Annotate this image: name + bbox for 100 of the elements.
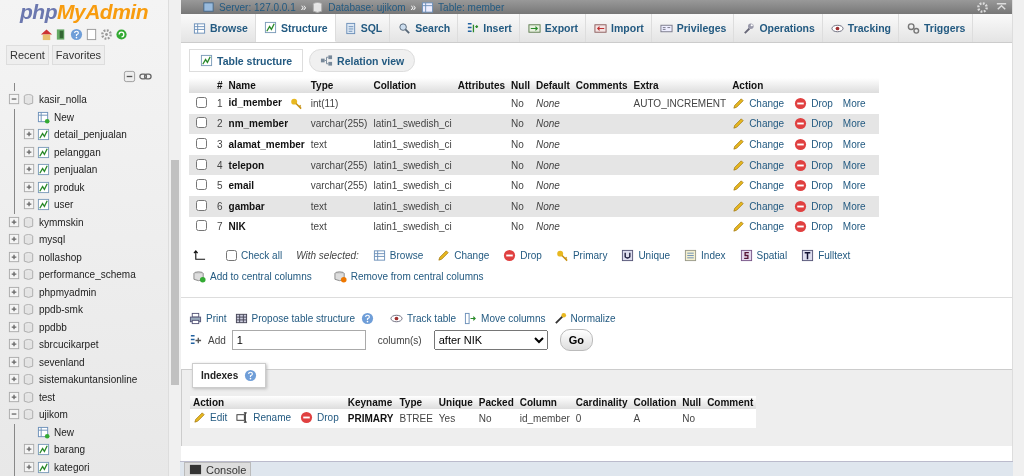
row-checkbox[interactable] <box>196 158 207 170</box>
action-link[interactable]: Drop <box>794 179 833 193</box>
action-link[interactable]: Drop <box>794 117 833 131</box>
action-link[interactable]: Print <box>189 312 227 326</box>
expand-icon[interactable] <box>23 163 36 177</box>
tab[interactable]: Tracking <box>822 14 900 42</box>
tab[interactable]: Operations <box>734 14 823 42</box>
tab[interactable]: Export <box>519 14 587 42</box>
column-header[interactable]: Null <box>508 78 533 93</box>
action-link[interactable]: Normalize <box>553 312 616 326</box>
sidebar-tab[interactable]: Favorites <box>51 45 106 65</box>
expand-icon[interactable] <box>8 215 21 229</box>
subtab[interactable]: Relation view <box>309 49 416 72</box>
tree-item[interactable]: detail_penjualan <box>54 129 127 141</box>
row-checkbox[interactable] <box>196 199 207 211</box>
row-checkbox[interactable] <box>196 117 207 129</box>
tree-item[interactable]: mysql <box>39 234 66 246</box>
action-link[interactable]: Add to central columns <box>193 270 312 284</box>
tree-item[interactable]: pelanggan <box>54 146 101 158</box>
reload-icon[interactable] <box>115 28 128 41</box>
action-link[interactable]: Propose table structure <box>234 312 355 326</box>
expand-icon[interactable] <box>8 268 21 282</box>
expand-icon[interactable] <box>8 303 21 317</box>
action-link[interactable]: Remove from central columns <box>333 270 484 284</box>
row-checkbox[interactable] <box>196 138 207 149</box>
tab[interactable]: Triggers <box>899 14 974 42</box>
tree-item[interactable]: New <box>54 111 74 123</box>
position-dropdown[interactable]: after NIK <box>433 330 548 351</box>
action-link[interactable]: Change <box>732 138 785 151</box>
tree-item[interactable]: nollashop <box>39 251 82 263</box>
tree-item[interactable]: kymmskin <box>39 216 84 228</box>
action-link[interactable]: Drop <box>794 138 833 151</box>
tree-item[interactable]: kasir_nolla <box>39 94 87 106</box>
action-link[interactable]: Rename <box>236 411 292 425</box>
action-link[interactable]: Change <box>732 199 785 213</box>
column-header[interactable]: Action <box>729 78 879 93</box>
action-link[interactable]: More <box>842 159 866 171</box>
tab[interactable]: SQL <box>335 14 391 42</box>
expand-icon[interactable] <box>8 338 21 352</box>
action-link[interactable]: Change <box>732 158 785 172</box>
row-checkbox[interactable] <box>196 220 207 232</box>
go-button[interactable]: Go <box>559 329 593 352</box>
action-link[interactable]: Change <box>732 179 785 193</box>
tab[interactable]: Privileges <box>651 14 735 42</box>
tree-item[interactable]: sevenland <box>39 356 85 368</box>
action-link[interactable]: More <box>842 221 866 233</box>
tree-item[interactable]: ppdb-smk <box>39 304 83 316</box>
settings-icon[interactable] <box>100 28 113 41</box>
tab[interactable]: Search <box>390 14 459 42</box>
subtab[interactable]: Table structure <box>189 49 304 72</box>
expand-icon[interactable] <box>8 320 21 334</box>
action-link[interactable]: Unique <box>621 249 671 263</box>
action-link[interactable]: More <box>842 118 866 130</box>
expand-icon[interactable] <box>8 233 21 247</box>
check-all-label[interactable]: Check all <box>241 250 283 262</box>
action-link[interactable]: Drop <box>794 96 833 110</box>
action-link[interactable]: Drop <box>503 249 542 263</box>
tree-item[interactable]: barang <box>54 444 86 456</box>
action-link[interactable]: Index <box>684 249 726 263</box>
action-link[interactable]: Change <box>732 96 785 110</box>
action-link[interactable]: Fulltext <box>801 249 851 263</box>
input-field[interactable]: 1 <box>231 330 366 351</box>
tree-item[interactable]: New <box>54 426 74 438</box>
action-link[interactable]: More <box>842 139 866 150</box>
help-icon[interactable] <box>360 312 374 326</box>
column-header[interactable]: Collation <box>370 78 455 93</box>
home-icon[interactable] <box>40 28 53 41</box>
action-link[interactable]: More <box>842 180 866 192</box>
column-header[interactable]: Default <box>532 78 573 93</box>
expand-icon[interactable] <box>8 373 21 387</box>
action-link[interactable]: Drop <box>794 220 833 234</box>
action-link[interactable]: Primary <box>555 249 608 263</box>
action-link[interactable]: Drop <box>794 158 833 172</box>
action-link[interactable]: Drop <box>300 411 339 425</box>
column-header[interactable]: Attributes <box>454 78 509 93</box>
expand-icon[interactable] <box>8 285 21 299</box>
expand-icon[interactable] <box>23 460 36 474</box>
expand-icon[interactable] <box>23 180 36 194</box>
logo[interactable]: phpMyAdmin <box>0 0 168 24</box>
tree-item[interactable]: ujikom <box>39 409 68 421</box>
expand-icon[interactable] <box>23 443 36 457</box>
expand-icon[interactable] <box>23 128 36 142</box>
column-header[interactable]: # <box>214 78 226 93</box>
tree-item[interactable]: sbrcucikarpet <box>39 339 99 351</box>
column-header[interactable]: Name <box>225 78 308 93</box>
tree-item[interactable]: performance_schema <box>39 269 136 281</box>
action-link[interactable]: Move columns <box>464 312 546 326</box>
tab[interactable]: Browse <box>185 14 256 42</box>
expand-icon[interactable] <box>8 250 21 264</box>
column-header[interactable]: Comments <box>572 78 631 93</box>
row-checkbox[interactable] <box>196 179 207 191</box>
column-header[interactable]: Type <box>307 78 371 93</box>
action-link[interactable]: Drop <box>794 199 833 213</box>
action-link[interactable]: More <box>842 97 866 109</box>
scrollbar[interactable] <box>1012 0 1024 476</box>
collapse-icon[interactable] <box>123 70 136 83</box>
help-icon[interactable] <box>244 369 258 383</box>
action-link[interactable]: Spatial <box>739 249 788 263</box>
scrollbar[interactable] <box>168 0 181 476</box>
tab[interactable]: Structure <box>255 14 336 42</box>
